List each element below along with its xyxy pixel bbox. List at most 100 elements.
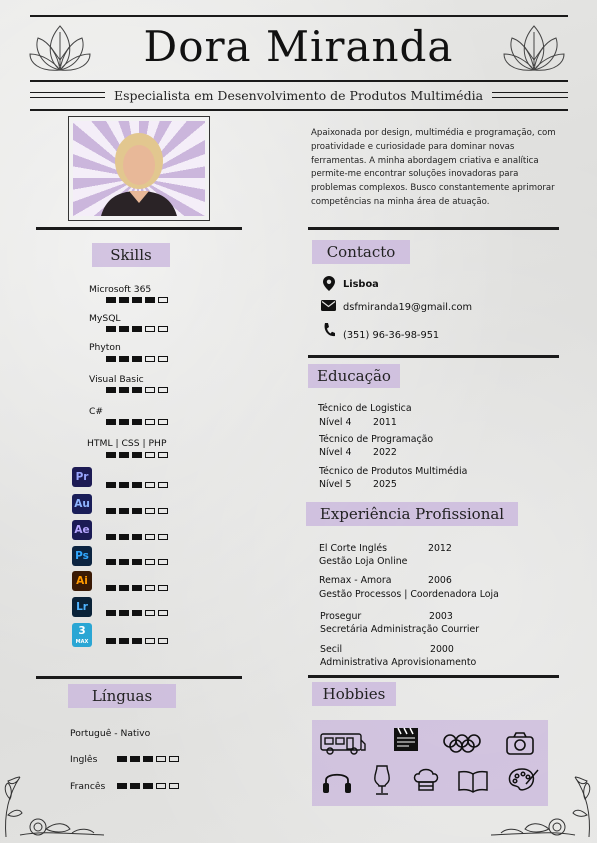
language-rating [117, 783, 179, 789]
rating-dot-filled [132, 585, 142, 591]
about-me-text: Apaixonada por design, multimédia e prog… [311, 128, 556, 207]
rating-dot-filled [145, 297, 155, 303]
experience-role: Secretária Administração Courrier [320, 624, 480, 635]
contact-phone[interactable]: (351) 96-36-98-951 [343, 330, 439, 341]
rating-dot-filled [143, 756, 153, 762]
rating-dot-filled [119, 585, 129, 591]
skill-rating [106, 326, 168, 332]
rating-dot-empty [158, 419, 168, 425]
headphones-icon [323, 773, 351, 793]
rating-dot-filled [106, 559, 116, 565]
lightroom-icon: Lr [72, 597, 92, 617]
rating-dot-filled [132, 419, 142, 425]
skill-rating [106, 638, 168, 644]
skill-label: Visual Basic [89, 374, 144, 385]
experience-year: 2006 [428, 575, 452, 586]
skill-label: HTML | CSS | PHP [87, 438, 167, 449]
languages-rule [36, 676, 242, 679]
skill-rating [106, 610, 168, 616]
olympic-rings-icon [443, 734, 481, 753]
skill-rating [106, 419, 168, 425]
rating-dot-filled [132, 356, 142, 362]
skill-rating [106, 585, 168, 591]
rating-dot-filled [117, 756, 127, 762]
rating-dot-filled [132, 326, 142, 332]
contact-location: Lisboa [343, 279, 379, 290]
rating-dot-filled [119, 387, 129, 393]
contact-heading: Contacto [312, 240, 410, 264]
premiere-pro-icon: Pr [72, 467, 92, 487]
experience-role: Gestão Loja Online [319, 556, 408, 567]
left-column-rule-top [36, 227, 242, 230]
rating-dot-empty [145, 419, 155, 425]
skill-label: C# [89, 406, 104, 417]
rating-dot-empty [145, 356, 155, 362]
experience-year: 2003 [429, 611, 453, 622]
skill-label: MySQL [89, 313, 121, 324]
rating-dot-empty [156, 783, 166, 789]
rating-dot-filled [106, 610, 116, 616]
rating-dot-empty [145, 326, 155, 332]
3ds-max-icon: 3 MAX [72, 623, 92, 647]
rating-dot-filled [132, 508, 142, 514]
skills-heading: Skills [92, 243, 170, 267]
open-book-icon [458, 770, 488, 793]
header-rule-mid [30, 80, 568, 82]
experience-year: 2012 [428, 543, 452, 554]
rating-dot-empty [158, 297, 168, 303]
rating-dot-filled [132, 482, 142, 488]
rating-dot-empty [156, 756, 166, 762]
education-year: 2025 [373, 479, 397, 490]
header-rule-bottom [30, 109, 568, 111]
app-badge-sublabel: MAX [75, 639, 89, 645]
rating-dot-empty [145, 534, 155, 540]
mannequin-icon [374, 765, 390, 795]
education-rule [308, 355, 559, 358]
rating-dot-empty [158, 508, 168, 514]
profile-photo [73, 121, 205, 216]
rating-dot-empty [145, 585, 155, 591]
education-level: Nível 4 [319, 417, 352, 428]
experience-role: Administrativa Aprovisionamento [320, 657, 477, 668]
rating-dot-filled [130, 783, 140, 789]
rating-dot-empty [169, 756, 179, 762]
education-level: Nível 4 [319, 447, 352, 458]
rating-dot-empty [145, 452, 155, 458]
languages-heading: Línguas [68, 684, 176, 708]
photoshop-icon: Ps [72, 546, 92, 566]
language-label: Portuguê - Nativo [70, 728, 151, 739]
skill-rating [106, 452, 168, 458]
rating-dot-filled [119, 452, 129, 458]
camera-icon [506, 732, 534, 755]
rating-dot-empty [158, 559, 168, 565]
experience-company: Secil [320, 644, 343, 655]
envelope-icon [321, 300, 336, 311]
floral-corner-left-icon [4, 776, 105, 838]
rating-dot-filled [119, 419, 129, 425]
chef-hat-icon [413, 768, 439, 791]
rating-dot-filled [119, 559, 129, 565]
experience-company: El Corte Inglés [319, 543, 387, 554]
rating-dot-filled [132, 610, 142, 616]
skill-rating [106, 559, 168, 565]
rating-dot-empty [158, 452, 168, 458]
rating-dot-filled [132, 297, 142, 303]
rating-dot-filled [106, 482, 116, 488]
education-heading: Educação [308, 364, 400, 388]
rating-dot-filled [119, 326, 129, 332]
rating-dot-empty [158, 387, 168, 393]
education-title: Técnico de Produtos Multimédia [319, 466, 468, 477]
floral-corner-right-icon [490, 776, 591, 838]
clapperboard-icon [394, 727, 418, 751]
hobbies-rule [308, 675, 559, 678]
rating-dot-empty [145, 387, 155, 393]
experience-heading: Experiência Profissional [306, 502, 518, 526]
illustrator-icon: Ai [72, 571, 92, 591]
rating-dot-filled [132, 638, 142, 644]
contact-email[interactable]: dsfmiranda19@gmail.com [343, 302, 472, 313]
rating-dot-filled [132, 452, 142, 458]
after-effects-icon: Ae [72, 520, 92, 540]
education-title: Técnico de Logistica [318, 403, 412, 414]
person-name: Dora Miranda [143, 22, 454, 71]
rating-dot-empty [158, 326, 168, 332]
